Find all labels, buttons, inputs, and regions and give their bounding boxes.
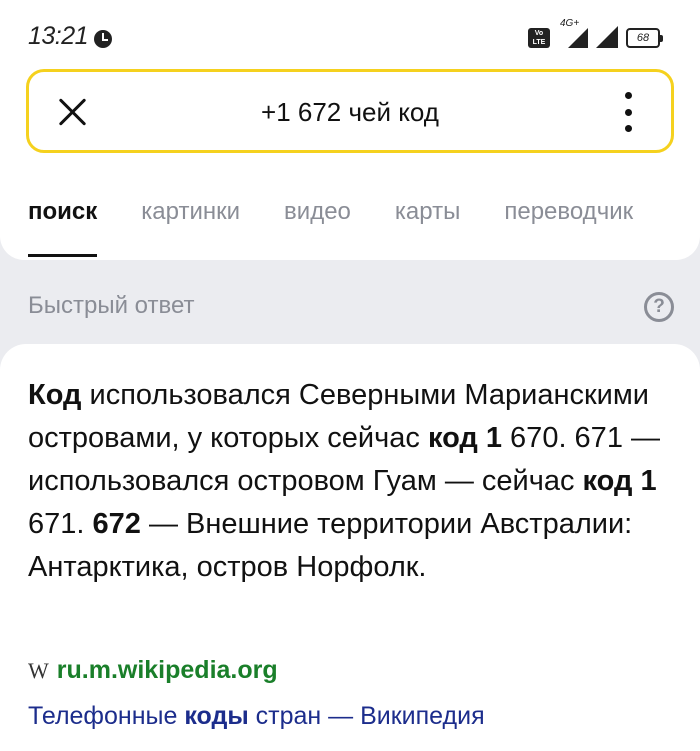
tab-images[interactable]: картинки (141, 198, 240, 226)
answer-segment: Код (28, 379, 82, 411)
link-text-bold: коды (184, 702, 249, 730)
tab-maps[interactable]: карты (395, 198, 460, 226)
link-text-part: Телефонные (28, 702, 185, 730)
answer-segment: код 1 (427, 422, 502, 454)
result-title-link[interactable]: Телефонные коды стран — Википедия (28, 702, 485, 731)
kebab-dot (624, 92, 632, 99)
source-link[interactable]: W ru.m.wikipedia.org (28, 656, 278, 685)
volte-icon: Vo LTE (528, 28, 550, 48)
status-time: 13:21 (28, 22, 89, 50)
signal-4g-group: 4G+ (558, 18, 588, 48)
wikipedia-icon: W (28, 657, 49, 683)
quick-answer-card: Код использовался Северными Марианскими … (0, 344, 700, 751)
search-tabs-panel: поиск картинки видео карты переводчик (0, 168, 700, 260)
link-text-part: стран — Википедия (248, 702, 485, 730)
quick-answer-title: Быстрый ответ (28, 292, 195, 319)
tab-search[interactable]: поиск (28, 198, 98, 257)
search-header: +1 672 чей код (0, 56, 700, 168)
answer-segment: код 1 (582, 465, 657, 497)
kebab-dot (624, 125, 632, 132)
search-box[interactable]: +1 672 чей код (26, 69, 674, 153)
kebab-dot (624, 108, 632, 116)
signal-strength-icon (568, 28, 588, 48)
battery-level: 68 (636, 32, 650, 44)
more-menu-icon[interactable] (623, 92, 633, 132)
help-icon[interactable]: ? (644, 292, 674, 322)
alarm-clock-icon (94, 29, 113, 48)
system-icons: Vo LTE 4G+ 68 (528, 18, 663, 48)
tab-video[interactable]: видео (284, 198, 351, 226)
source-domain[interactable]: ru.m.wikipedia.org (57, 656, 278, 685)
search-query[interactable]: +1 672 чей код (29, 97, 671, 128)
answer-text: Код использовался Северными Марианскими … (28, 374, 668, 589)
time-group: 13:21 (28, 22, 113, 51)
answer-segment: 672 (92, 508, 141, 540)
answer-segment: 671. (28, 508, 93, 540)
signal-strength-2-icon (596, 26, 618, 48)
battery-icon: 68 (626, 28, 663, 48)
tab-translator[interactable]: переводчик (504, 198, 633, 226)
search-tabs: поиск картинки видео карты переводчик (28, 198, 633, 257)
